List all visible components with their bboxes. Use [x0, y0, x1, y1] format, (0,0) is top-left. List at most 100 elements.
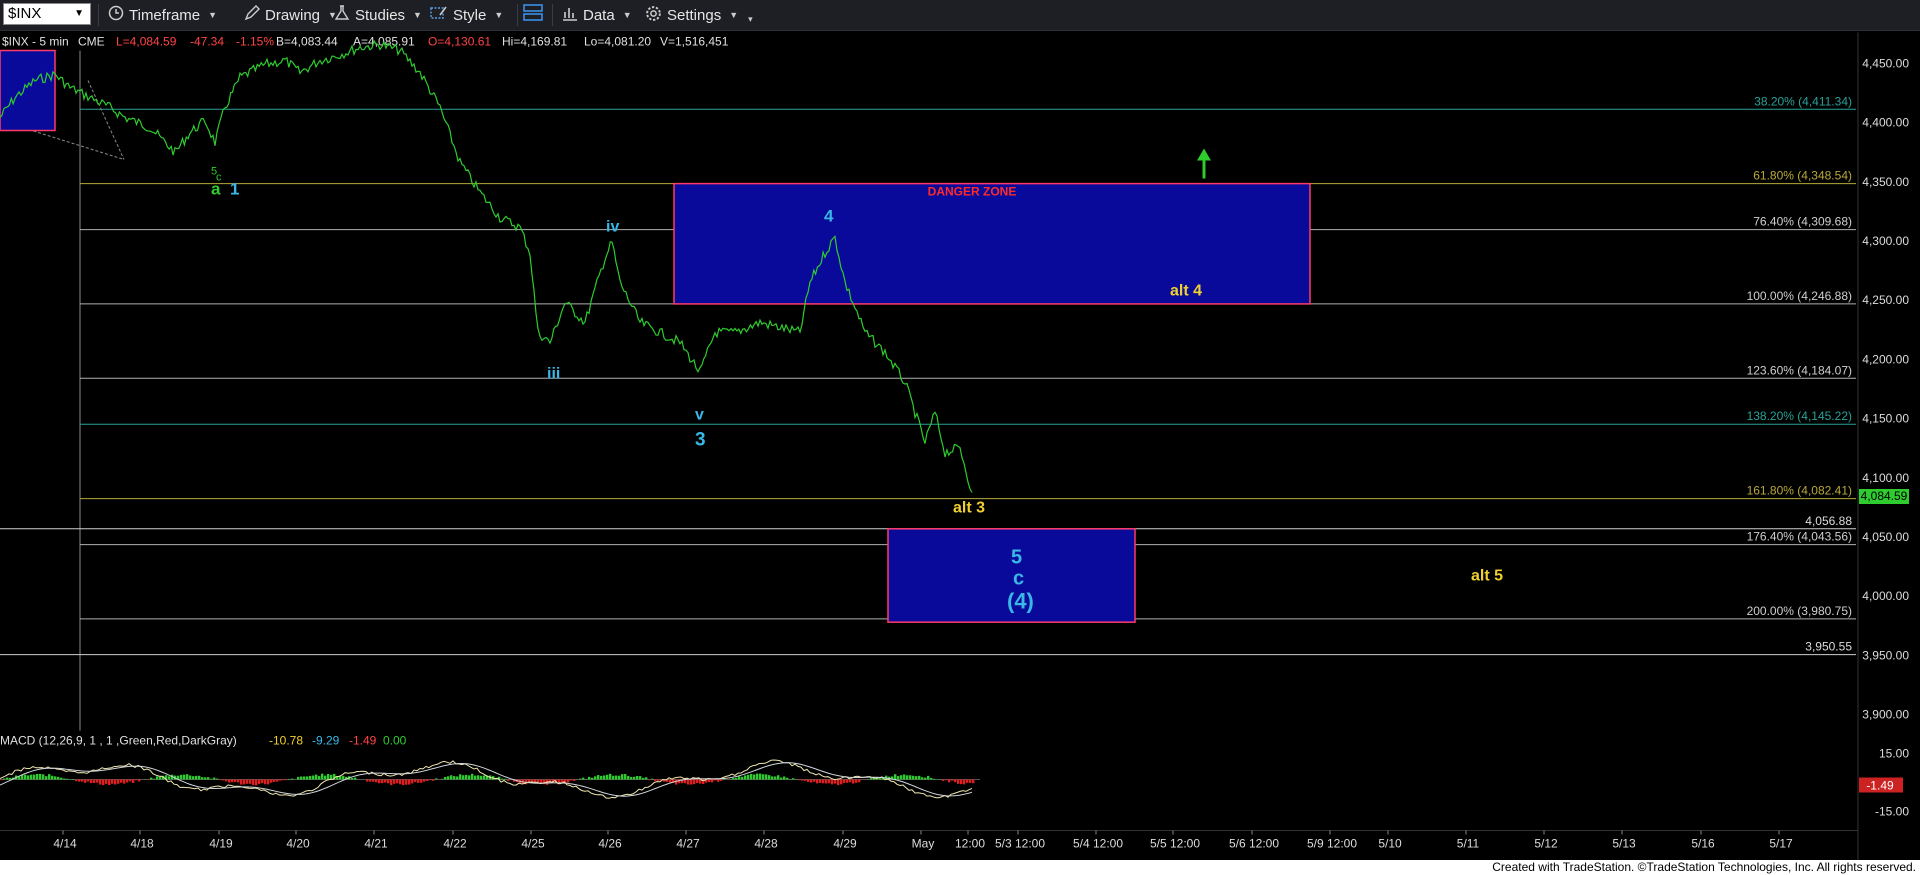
macd-histogram-bar	[411, 779, 414, 784]
macd-histogram-bar	[828, 779, 831, 784]
macd-histogram-bar	[720, 779, 723, 781]
time-tick-label: 4/19	[209, 837, 233, 851]
macd-histogram-bar	[207, 777, 210, 780]
macd-histogram-bar	[108, 779, 111, 786]
macd-histogram-bar	[483, 775, 486, 780]
price-tick-label: 4,250.00	[1862, 293, 1909, 307]
macd-histogram-bar	[72, 778, 75, 780]
macd-histogram-bar	[951, 779, 954, 781]
macd-histogram-bar	[651, 778, 654, 780]
macd-histogram-bar	[756, 773, 759, 780]
macd-histogram-bar	[198, 775, 201, 780]
macd-histogram-bar	[621, 774, 624, 780]
macd-histogram-bar	[708, 779, 711, 783]
macd-histogram-bar	[807, 779, 810, 782]
macd-histogram-bar	[0, 779, 3, 781]
macd-histogram-bar	[444, 776, 447, 780]
macd-histogram-bar	[927, 775, 930, 780]
macd-histogram-bar	[297, 776, 300, 780]
macd-histogram-bar	[84, 779, 87, 783]
macd-histogram-bar	[312, 775, 315, 780]
macd-histogram-bar	[801, 779, 804, 781]
danger-zone-label: DANGER ZONE	[928, 185, 1017, 199]
price-chart[interactable]: $INX - 5 min CME L=4,084.59 -47.34 -1.15…	[0, 30, 1920, 865]
last-price: L=4,084.59	[116, 35, 177, 49]
macd-histogram-bar	[24, 774, 27, 780]
macd-histogram-bar	[423, 779, 426, 782]
macd-histogram-bar	[645, 777, 648, 780]
wave-label-5: 5	[1011, 547, 1022, 569]
macd-histogram-bar	[870, 777, 873, 780]
data-menu[interactable]: Data ▼	[562, 4, 632, 26]
clock-icon	[108, 5, 124, 25]
macd-histogram-bar	[246, 779, 249, 784]
macd-histogram-bar	[654, 779, 657, 782]
macd-axis-neg15: -15.00	[1875, 805, 1909, 819]
macd-histogram-bar	[567, 779, 570, 783]
macd-histogram-bar	[114, 779, 117, 785]
macd-histogram-bar	[402, 779, 405, 786]
macd-histogram-bar	[819, 779, 822, 783]
macd-histogram-bar	[471, 773, 474, 780]
macd-histogram-bar	[150, 777, 153, 780]
macd-histogram-bar	[783, 776, 786, 780]
change-pct: -1.15%	[236, 35, 274, 49]
price-tick-label: 4,000.00	[1862, 589, 1909, 603]
macd-histogram-bar	[738, 776, 741, 780]
macd-histogram-bar	[417, 779, 420, 783]
macd-histogram-bar	[744, 775, 747, 780]
macd-histogram-bar	[921, 777, 924, 780]
macd-histogram-bar	[75, 779, 78, 782]
macd-histogram-bar	[675, 779, 678, 785]
macd-histogram-bar	[156, 776, 159, 780]
macd-histogram-bar	[66, 778, 69, 780]
macd-histogram-bar	[465, 774, 468, 780]
wave-label-3: 3	[695, 430, 706, 451]
macd-histogram-bar	[201, 777, 204, 780]
macd-histogram-bar	[48, 774, 51, 780]
macd-histogram-bar	[300, 776, 303, 780]
price-tick-label: 4,400.00	[1862, 116, 1909, 130]
time-tick-label: 4/14	[53, 837, 77, 851]
last-price-badge-text: 4,084.59	[1861, 489, 1908, 503]
wave-label-iv: iv	[606, 219, 619, 236]
settings-menu[interactable]: Settings ▼ ▾	[645, 4, 753, 26]
macd-histogram-bar	[315, 774, 318, 780]
fib-level-label: 100.00% (4,246.88)	[1747, 289, 1852, 303]
macd-histogram-bar	[972, 779, 975, 784]
studies-menu[interactable]: Studies ▼	[334, 4, 422, 26]
chevron-down-icon[interactable]: ▼	[74, 4, 84, 24]
macd-histogram-bar	[324, 775, 327, 780]
macd-histogram-bar	[99, 779, 102, 785]
macd-histogram-bar	[912, 775, 915, 780]
caret-down-icon: ▼	[413, 10, 422, 20]
macd-histogram-bar	[831, 779, 834, 785]
symbol-input[interactable]: $INX ▼	[3, 3, 91, 25]
toolbar: $INX ▼ Timeframe ▼ Drawing ▼ Studies ▼ S…	[0, 0, 1920, 31]
macd-histogram-bar	[405, 779, 408, 785]
macd-histogram-bar	[603, 775, 606, 780]
layout-icon	[522, 3, 544, 27]
time-tick-label: 5/4 12:00	[1073, 837, 1123, 851]
macd-histogram-bar	[915, 776, 918, 780]
layout-toggle-button[interactable]	[522, 4, 544, 26]
macd-value: -10.78	[269, 734, 303, 748]
overflow-caret-icon[interactable]: ▾	[748, 14, 753, 25]
macd-histogram-bar	[804, 779, 807, 781]
macd-histogram-bar	[954, 779, 957, 783]
time-tick-label: 5/16	[1691, 837, 1715, 851]
drawing-menu[interactable]: Drawing ▼	[244, 4, 337, 26]
support-line-label: 3,950.55	[1805, 640, 1852, 654]
price-tick-label: 4,150.00	[1862, 412, 1909, 426]
danger-zone-box[interactable]	[673, 182, 1311, 305]
macd-title: MACD (12,26,9, 1 , 1 ,Green,Red,DarkGray…	[0, 734, 237, 748]
caret-down-icon: ▼	[622, 10, 632, 20]
timeframe-menu[interactable]: Timeframe ▼	[108, 4, 217, 26]
macd-histogram-bar	[3, 778, 6, 780]
macd-histogram-bar	[183, 774, 186, 780]
macd-histogram-bar	[792, 778, 795, 780]
prior-zone-box[interactable]	[0, 49, 56, 132]
style-menu[interactable]: Style ▼	[430, 4, 503, 26]
time-tick-label: 4/26	[598, 837, 622, 851]
macd-histogram-bar	[90, 779, 93, 784]
